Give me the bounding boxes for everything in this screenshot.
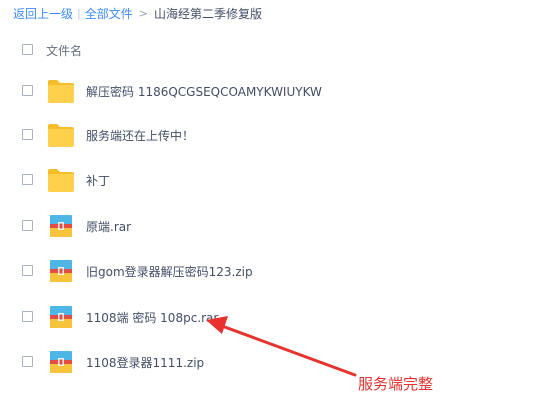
row-checkbox[interactable] [22,129,33,140]
file-name[interactable]: 旧gom登录器解压密码123.zip [86,263,253,280]
archive-file-icon [50,306,72,328]
breadcrumb-separator: | [77,6,81,20]
row-checkbox[interactable] [22,311,33,322]
back-link[interactable]: 返回上一级 [13,5,73,22]
row-checkbox[interactable] [22,265,33,276]
row-checkbox[interactable] [22,356,33,367]
folder-icon [48,124,74,147]
row-checkbox[interactable] [22,220,33,231]
archive-file-icon [50,215,72,237]
file-name[interactable]: 1108登录器1111.zip [86,354,204,371]
file-list-header: 文件名 [0,38,535,62]
file-row[interactable]: 原端.rar [0,204,535,248]
file-row[interactable]: 1108端 密码 108pc.rar [0,295,535,339]
file-name[interactable]: 补丁 [86,172,110,189]
all-files-link[interactable]: 全部文件 [85,5,133,22]
breadcrumb: 返回上一级 | 全部文件 > 山海经第二季修复版 [13,4,262,22]
file-row[interactable]: 旧gom登录器解压密码123.zip [0,249,535,293]
breadcrumb-arrow: > [138,6,148,20]
file-name[interactable]: 服务端还在上传中！ [86,127,194,144]
current-folder-label: 山海经第二季修复版 [153,6,262,21]
archive-file-icon [50,351,72,373]
file-row[interactable]: 补丁 [0,158,535,202]
filename-column-header: 文件名 [46,44,83,58]
annotation-label: 服务端完整 [358,375,434,393]
row-checkbox[interactable] [22,174,33,185]
file-row[interactable]: 1108登录器1111.zip [0,340,535,384]
file-row[interactable]: 解压密码 1186QCGSEQCOAMYKWIUYKW [0,69,535,113]
folder-icon [48,169,74,192]
folder-icon [48,80,74,103]
file-name[interactable]: 1108端 密码 108pc.rar [86,309,218,326]
file-name[interactable]: 解压密码 1186QCGSEQCOAMYKWIUYKW [86,83,322,100]
file-row[interactable]: 服务端还在上传中！ [0,113,535,157]
archive-file-icon [50,260,72,282]
file-name[interactable]: 原端.rar [86,218,131,235]
row-checkbox[interactable] [22,85,33,96]
select-all-checkbox[interactable] [22,44,33,55]
